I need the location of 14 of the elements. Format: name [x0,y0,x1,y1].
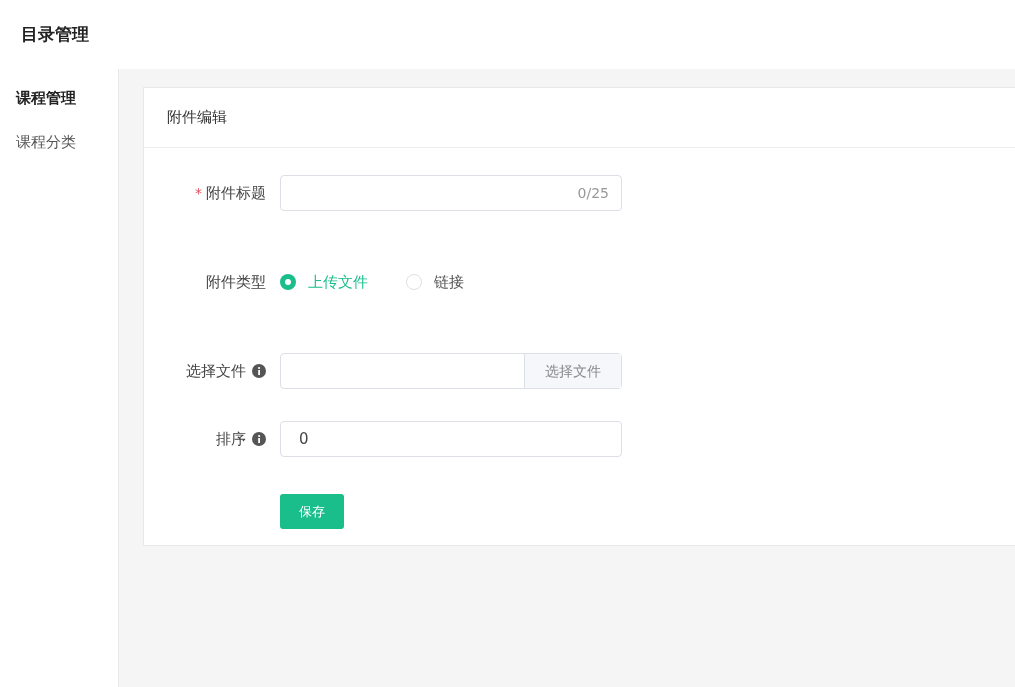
field-label: 附件类型 [206,271,266,293]
field-label: 选择文件 [186,360,246,382]
sidebar-item[interactable]: 课程管理 [16,87,118,110]
sidebar-item[interactable]: 课程分类 [16,130,118,153]
required-mark: * [195,183,202,203]
radio-button[interactable] [406,274,422,290]
field-label: 附件标题 [206,182,266,204]
field-label: 排序 [216,428,246,450]
radio-button[interactable] [280,274,296,290]
radio-option[interactable]: 链接 [406,270,464,294]
char-counter: 0/25 [577,183,609,203]
page-title: 目录管理 [21,22,89,46]
card-title: 附件编辑 [167,107,227,129]
sort-input[interactable]: 0 [280,421,622,457]
